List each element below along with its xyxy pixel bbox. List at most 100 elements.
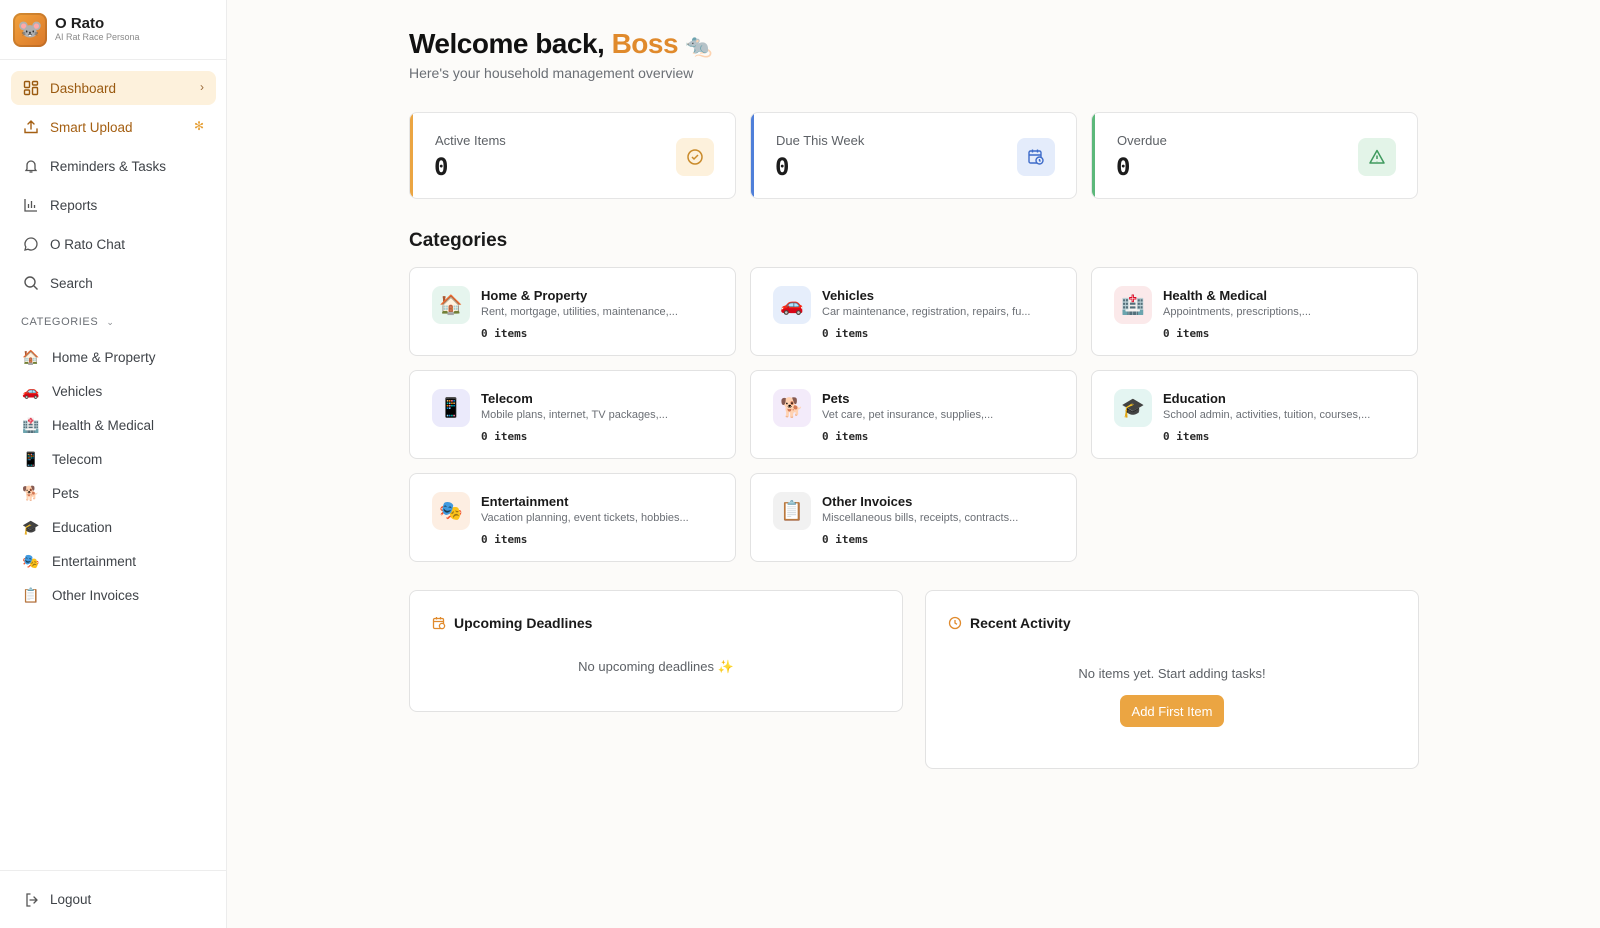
categories-title: Categories	[409, 230, 508, 251]
sidebar-item-entertainment[interactable]: 🎭 Entertainment	[11, 544, 216, 578]
check-circle-icon	[676, 138, 714, 176]
rat-icon: 🐀	[685, 33, 713, 58]
sidebar: 🐭 O Rato AI Rat Race Persona Dashboard ›…	[0, 0, 227, 928]
page-subtitle: Here's your household management overvie…	[409, 65, 694, 81]
nav-label: Smart Upload	[50, 119, 133, 135]
category-count: 0 items	[481, 430, 528, 443]
hospital-icon: 🏥	[22, 416, 40, 433]
sparkle-icon: ✻	[193, 119, 204, 133]
house-icon: 🏠	[22, 348, 40, 365]
category-card-home-property[interactable]: 🏠 Home & Property Rent, mortgage, utilit…	[409, 267, 736, 356]
category-name: Vehicles	[822, 288, 875, 303]
category-description: Appointments, prescriptions,...	[1163, 306, 1311, 318]
sidebar-item-pets[interactable]: 🐕 Pets	[11, 476, 216, 510]
nav-label: Reports	[50, 197, 98, 213]
category-name: Health & Medical	[1163, 288, 1268, 303]
add-first-item-button[interactable]: Add First Item	[1120, 695, 1224, 727]
sidebar-item-label: Vehicles	[52, 383, 103, 399]
stat-value: 0	[775, 153, 790, 181]
search-icon	[22, 274, 40, 292]
stat-card-overdue[interactable]: Overdue 0	[1091, 112, 1418, 199]
category-name: Other Invoices	[822, 494, 913, 509]
category-card-other-invoices[interactable]: 📋 Other Invoices Miscellaneous bills, re…	[750, 473, 1077, 562]
activity-title: Recent Activity	[970, 615, 1071, 631]
panel-title: Recent Activity	[948, 615, 1071, 631]
nav-item-reports[interactable]: Reports	[11, 188, 216, 222]
category-name: Education	[1163, 391, 1226, 406]
recent-activity-panel: Recent Activity No items yet. Start addi…	[925, 590, 1419, 769]
rat-logo-icon: 🐭	[13, 12, 47, 47]
sidebar-item-label: Pets	[52, 485, 80, 501]
logout-icon	[26, 892, 38, 907]
nav-label: Search	[50, 275, 93, 291]
dog-icon: 🐕	[22, 484, 40, 501]
category-count: 0 items	[822, 430, 869, 443]
nav-item-chat[interactable]: O Rato Chat	[11, 227, 216, 261]
upcoming-deadlines-panel: Upcoming Deadlines No upcoming deadlines…	[409, 590, 903, 712]
nav-item-smart-upload[interactable]: Smart Upload ✻	[11, 110, 216, 144]
category-card-health-medical[interactable]: 🏥 Health & Medical Appointments, prescri…	[1091, 267, 1418, 356]
sidebar-item-label: Education	[52, 519, 113, 535]
sidebar-item-label: Other Invoices	[52, 587, 140, 603]
user-name: Boss	[611, 28, 679, 59]
main-nav: Dashboard › Smart Upload ✻ Reminders & T…	[11, 71, 216, 305]
sidebar-item-label: Entertainment	[52, 553, 137, 569]
nav-label: Dashboard	[50, 80, 117, 96]
bar-chart-icon	[22, 196, 40, 214]
sidebar-item-education[interactable]: 🎓 Education	[11, 510, 216, 544]
clipboard-icon: 📋	[22, 586, 40, 603]
stat-accent-bar	[410, 113, 413, 198]
theater-masks-icon: 🎭	[432, 492, 470, 530]
car-icon: 🚗	[22, 382, 40, 399]
stat-card-due-this-week[interactable]: Due This Week 0	[750, 112, 1077, 199]
calendar-clock-icon	[1017, 138, 1055, 176]
stat-value: 0	[434, 153, 449, 181]
category-card-telecom[interactable]: 📱 Telecom Mobile plans, internet, TV pac…	[409, 370, 736, 459]
sidebar-item-other-invoices[interactable]: 📋 Other Invoices	[11, 578, 216, 612]
page-title: Welcome back, Boss 🐀	[409, 28, 713, 60]
brand-subtitle: AI Rat Race Persona	[55, 32, 140, 42]
chevron-right-icon: ›	[200, 80, 204, 94]
category-card-entertainment[interactable]: 🎭 Entertainment Vacation planning, event…	[409, 473, 736, 562]
sidebar-item-vehicles[interactable]: 🚗 Vehicles	[11, 374, 216, 408]
category-count: 0 items	[481, 327, 528, 340]
nav-item-reminders[interactable]: Reminders & Tasks	[11, 149, 216, 183]
sidebar-item-health-medical[interactable]: 🏥 Health & Medical	[11, 408, 216, 442]
category-card-vehicles[interactable]: 🚗 Vehicles Car maintenance, registration…	[750, 267, 1077, 356]
nav-item-search[interactable]: Search	[11, 266, 216, 300]
sidebar-item-label: Home & Property	[52, 349, 156, 365]
sidebar-item-label: Health & Medical	[52, 417, 155, 433]
category-name: Telecom	[481, 391, 533, 406]
house-icon: 🏠	[432, 286, 470, 324]
category-description: Mobile plans, internet, TV packages,...	[481, 409, 668, 421]
category-count: 0 items	[822, 327, 869, 340]
car-icon: 🚗	[773, 286, 811, 324]
sidebar-item-telecom[interactable]: 📱 Telecom	[11, 442, 216, 476]
panel-title: Upcoming Deadlines	[432, 615, 592, 631]
category-card-education[interactable]: 🎓 Education School admin, activities, tu…	[1091, 370, 1418, 459]
categories-header: CATEGORIES	[21, 316, 99, 328]
calendar-icon	[432, 617, 446, 630]
category-description: School admin, activities, tuition, cours…	[1163, 409, 1371, 421]
brand[interactable]: 🐭 O Rato AI Rat Race Persona	[0, 0, 226, 60]
clock-icon	[948, 616, 962, 630]
categories-toggle[interactable]: CATEGORIES ⌄	[21, 316, 114, 328]
nav-label: Reminders & Tasks	[50, 158, 167, 174]
warning-triangle-icon	[1358, 138, 1396, 176]
category-name: Pets	[822, 391, 850, 406]
welcome-text: Welcome back,	[409, 28, 605, 59]
stat-label: Active Items	[435, 133, 506, 148]
graduation-cap-icon: 🎓	[1114, 389, 1152, 427]
logout-button[interactable]: Logout	[0, 870, 227, 928]
category-description: Miscellaneous bills, receipts, contracts…	[822, 512, 1019, 524]
nav-item-dashboard[interactable]: Dashboard ›	[11, 71, 216, 105]
nav-label: O Rato Chat	[50, 236, 126, 252]
activity-empty-text: No items yet. Start adding tasks!	[1078, 666, 1266, 681]
sidebar-item-home-property[interactable]: 🏠 Home & Property	[11, 340, 216, 374]
category-description: Vet care, pet insurance, supplies,...	[822, 409, 994, 421]
stat-value: 0	[1116, 153, 1131, 181]
sidebar-category-list: 🏠 Home & Property 🚗 Vehicles 🏥 Health & Med…	[11, 340, 216, 612]
category-description: Car maintenance, registration, repairs, …	[822, 306, 1031, 318]
category-card-pets[interactable]: 🐕 Pets Vet care, pet insurance, supplies…	[750, 370, 1077, 459]
stat-card-active-items[interactable]: Active Items 0	[409, 112, 736, 199]
